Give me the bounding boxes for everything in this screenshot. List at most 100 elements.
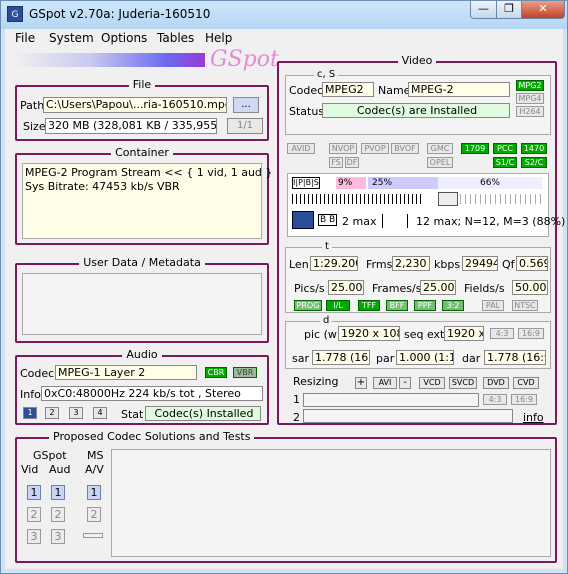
page-indicator[interactable]: 1/1 [227, 118, 263, 134]
pvop-flag: PVOP [361, 143, 389, 154]
dar-label: dar [462, 352, 481, 365]
resize-avi-button[interactable]: AVI [373, 377, 397, 389]
aud-2-button[interactable]: 2 [51, 507, 65, 522]
title-bar[interactable]: G GSpot v2.70a: Juderia-160510 — ❐ ✕ [1, 1, 567, 29]
aud-3-button[interactable]: 3 [51, 529, 65, 544]
video-name-field: MPEG-2 [408, 82, 510, 97]
resize-plus-button[interactable]: + [355, 377, 367, 389]
file-group: File Path C:\Users\Papou\...ria-160510.m… [15, 78, 269, 141]
resizing-label: Resizing [293, 375, 339, 388]
menu-tables[interactable]: Tables [157, 31, 194, 45]
container-group: Container MPEG-2 Program Stream << { 1 v… [15, 146, 272, 245]
h264-indicator: H264 [516, 106, 544, 117]
audio-track-2[interactable]: 2 [45, 407, 59, 419]
menu-system[interactable]: System [49, 31, 94, 45]
codec-subpanel: c, S Codec MPEG2 Name MPEG-2 MPG2 MPG4 H… [285, 69, 551, 135]
pic-field: 1920 x 1080 [338, 326, 400, 341]
gop-info: 12 max; N=12, M=3 (88%) [416, 215, 566, 228]
gspot-window: G GSpot v2.70a: Juderia-160510 — ❐ ✕ Fil… [0, 0, 568, 574]
ppf-flag: PPF [414, 300, 436, 311]
gop-bracket [382, 214, 408, 228]
info-link[interactable]: info [523, 411, 544, 424]
audio-track-1[interactable]: 1 [23, 407, 37, 419]
s1c-flag: S1/C [493, 157, 517, 168]
gop-max: 2 max [342, 215, 377, 228]
vid-2-button[interactable]: 2 [27, 507, 41, 522]
audio-group: Audio Codec MPEG-1 Layer 2 CBR VBR Info … [15, 348, 269, 425]
ar-43-indicator: 4:3 [490, 328, 514, 339]
flag-1709: 1709 [461, 143, 489, 154]
proposed-group: Proposed Codec Solutions and Tests GSpot… [15, 430, 557, 563]
path-field[interactable]: C:\Users\Papou\...ria-160510.mpg [43, 97, 227, 113]
menu-file[interactable]: File [15, 31, 35, 45]
file-group-title: File [128, 78, 156, 91]
user-data-group: User Data / Metadata [15, 256, 269, 343]
resize-dvd-button[interactable]: DVD [483, 377, 509, 389]
gop-panel: I|P|B|S 9% 25% 66% B B 2 max 12 max; N=1… [287, 173, 565, 237]
vid-1-button[interactable]: 1 [27, 485, 41, 500]
ft-b: B [305, 178, 312, 187]
menu-help[interactable]: Help [205, 31, 232, 45]
container-line-1: MPEG-2 Program Stream << { 1 vid, 1 aud … [25, 166, 273, 179]
size-field: 320 MB (328,081 KB / 335,955,954 [45, 118, 217, 134]
vid-label: Vid [21, 463, 39, 476]
bff-flag: BFF [386, 300, 408, 311]
window-title: GSpot v2.70a: Juderia-160510 [29, 7, 211, 21]
audio-codec-label: Codec [20, 367, 55, 380]
resize-svcd-button[interactable]: SVCD [449, 377, 477, 389]
cs-title: c, S [314, 69, 339, 80]
maximize-button[interactable]: ❐ [496, 1, 522, 19]
app-icon: G [7, 6, 23, 22]
ft-s: S [313, 178, 319, 187]
timing-subpanel: t Len 1:29.200 Frms 2,230 kbps 29494 Qf … [285, 241, 551, 313]
resize-cvd-button[interactable]: CVD [513, 377, 539, 389]
frame-sequence-strip-2 [460, 194, 542, 204]
close-button[interactable]: ✕ [521, 1, 565, 19]
fields-label: Fields/s [464, 282, 505, 295]
resize-169-indicator: 16:9 [511, 394, 537, 405]
aud-1-button[interactable]: 1 [51, 485, 65, 500]
audio-codec-field: MPEG-1 Layer 2 [55, 365, 197, 380]
av-2-button[interactable]: 2 [87, 507, 101, 522]
resize-row-2-field [303, 409, 513, 423]
vid-3-button[interactable]: 3 [27, 529, 41, 544]
s2c-flag: S2/C [521, 157, 547, 168]
container-group-title: Container [111, 146, 173, 159]
video-group-title: Video [397, 54, 437, 67]
pulldown-flag: 3:2 [442, 300, 464, 311]
fields-field: 50.00( [512, 280, 548, 295]
pics-field: 25.000 [328, 280, 364, 295]
len-label: Len [289, 258, 309, 271]
video-name-label: Name [378, 84, 411, 97]
d-title: d [320, 315, 333, 326]
minimize-button[interactable]: — [470, 1, 497, 19]
audio-track-3[interactable]: 3 [69, 407, 83, 419]
gop-icon[interactable] [292, 211, 314, 229]
frame-sequence-strip [292, 194, 422, 204]
menu-options[interactable]: Options [101, 31, 147, 45]
pct-i: 9% [336, 177, 366, 189]
audio-stat-field: Codec(s) Installed [145, 406, 261, 421]
vbr-indicator: VBR [233, 367, 257, 378]
df-flag: DF [345, 157, 359, 168]
arrow-icon [438, 192, 458, 206]
par-label: par [376, 352, 395, 365]
container-info-panel: MPEG-2 Program Stream << { 1 vid, 1 aud … [22, 163, 272, 239]
resize-vcd-button[interactable]: VCD [419, 377, 445, 389]
cbr-indicator: CBR [205, 367, 227, 378]
resize-row-1-label: 1 [293, 393, 300, 406]
browse-button[interactable]: ... [233, 97, 259, 113]
audio-track-4[interactable]: 4 [93, 407, 107, 419]
client-area: GSpot File Path C:\Users\Papou\...ria-16… [5, 47, 565, 569]
pics-label: Pics/s [294, 282, 325, 295]
frames-label: Frames/s [372, 282, 422, 295]
par-field: 1.000 (1:1) [396, 350, 454, 365]
path-label: Path [20, 99, 45, 112]
av-1-button[interactable]: 1 [87, 485, 101, 500]
video-codec-label: Codec [289, 84, 324, 97]
resize-minus-button[interactable]: - [399, 377, 411, 389]
bvof-flag: BVOF [391, 143, 419, 154]
pcc-flag: PCC [493, 143, 517, 154]
ft-i: I [293, 178, 296, 187]
proposed-results-panel [111, 449, 551, 557]
